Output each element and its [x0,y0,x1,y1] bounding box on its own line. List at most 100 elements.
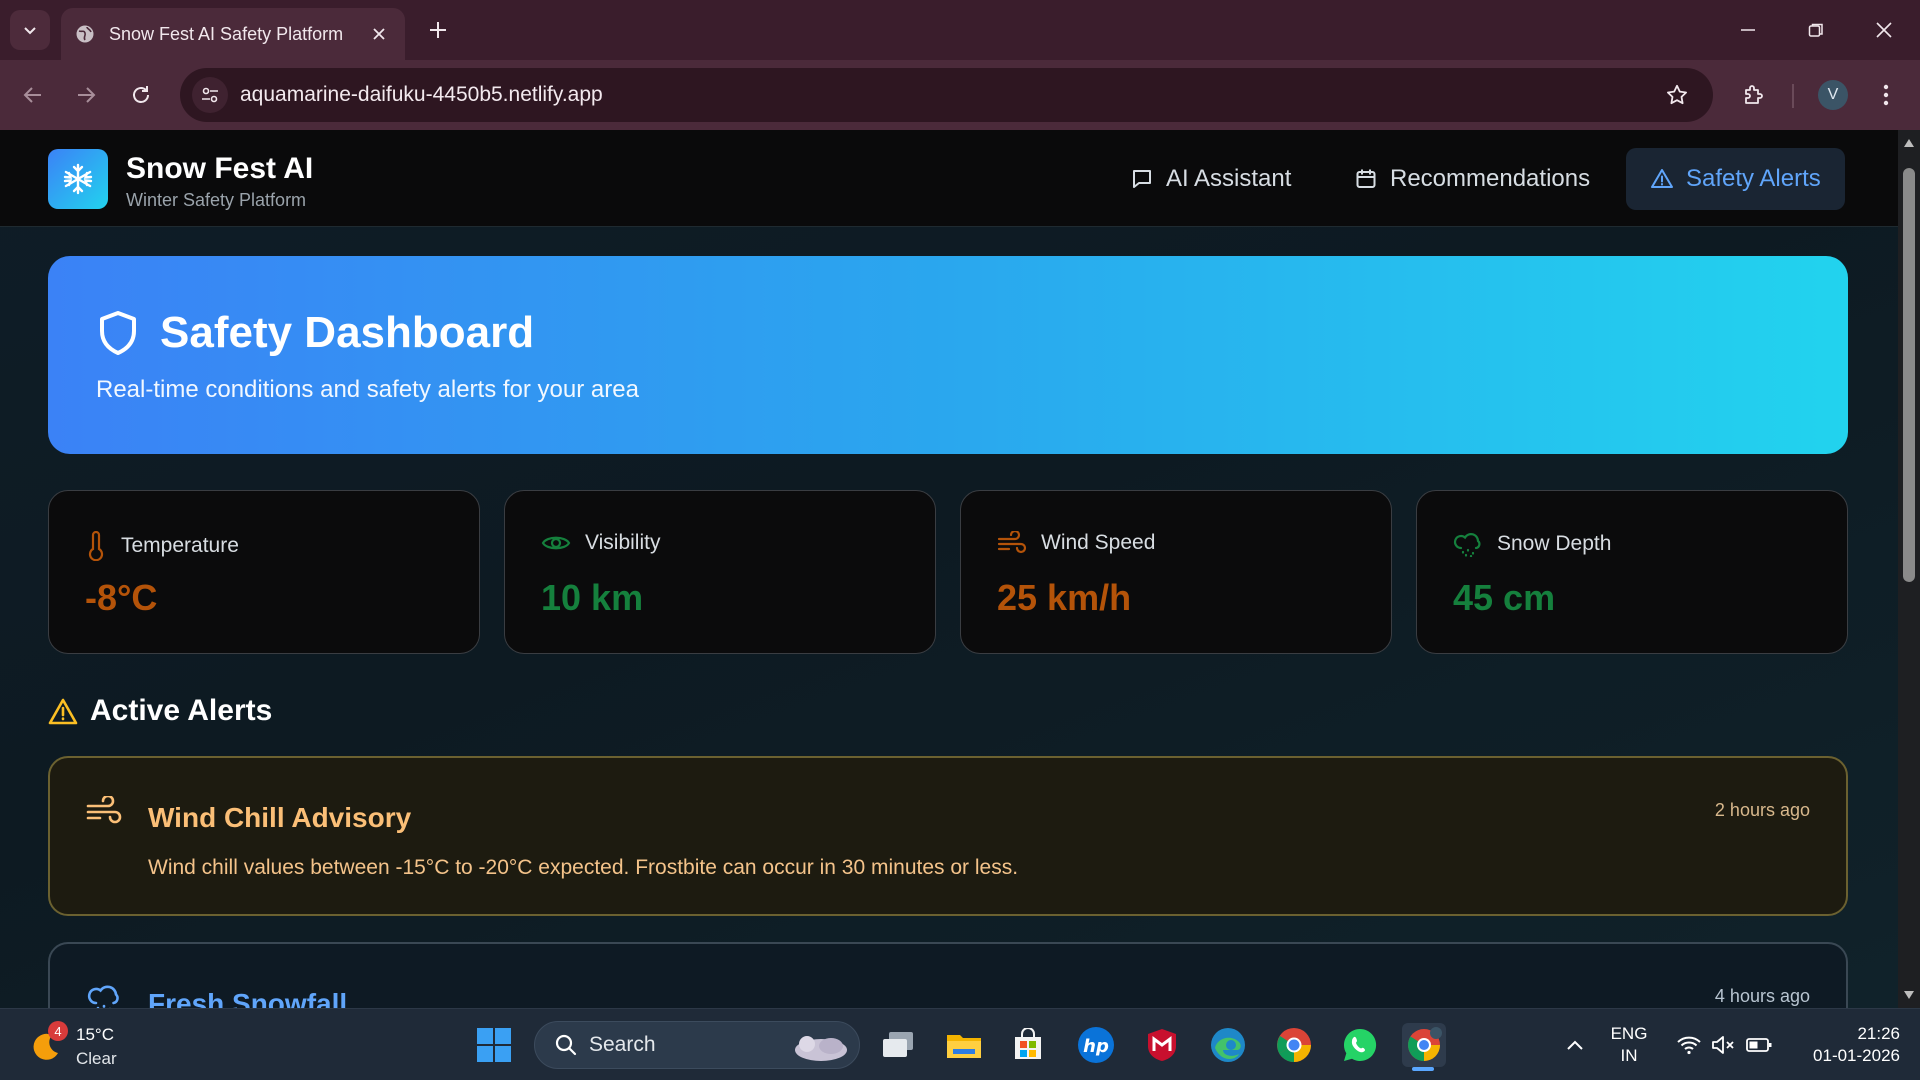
nav-label: Recommendations [1390,165,1591,192]
web-page: Snow Fest AI Winter Safety Platform AI A… [0,130,1898,1008]
microsoft-store-button[interactable] [1006,1023,1050,1067]
page-scrollbar[interactable] [1898,130,1920,1008]
page-subtitle: Real-time conditions and safety alerts f… [96,376,639,403]
reload-button[interactable] [122,76,160,114]
warning-triangle-icon [48,698,78,725]
stat-card-visibility: Visibility 10 km [504,490,936,654]
scroll-up-icon[interactable] [1902,136,1916,150]
globe-icon [75,23,97,45]
show-hidden-icons-button[interactable] [1562,1023,1588,1067]
file-explorer-button[interactable] [942,1023,986,1067]
puzzle-icon [1745,85,1763,104]
search-highlight-image [795,1036,847,1061]
scrollbar-thumb[interactable] [1903,168,1915,582]
folder-icon [947,1035,981,1058]
cloud-snow-icon [1453,533,1481,557]
windows-logo-icon [477,1028,511,1062]
wifi-status[interactable] [1674,1023,1704,1067]
back-button[interactable] [14,76,52,114]
clock-date: 01-01-2026 [1813,1046,1900,1065]
eye-icon [541,536,571,550]
close-icon [1876,22,1892,38]
edge-browser-button[interactable] [1206,1023,1250,1067]
hp-app-button[interactable]: hp [1074,1023,1118,1067]
toolbar-divider [1792,84,1794,108]
weather-temp: 15°C [76,1025,114,1044]
language-line1: ENG [1610,1024,1648,1043]
wifi-icon [1677,1036,1701,1055]
taskbar-search[interactable]: Search [534,1021,860,1069]
profile-avatar[interactable]: V [1818,80,1848,110]
task-view-icon [883,1032,913,1057]
svg-text:hp: hp [1083,1036,1109,1057]
tab-search-button[interactable] [10,10,50,50]
brand-name: Snow Fest AI [126,152,314,185]
stat-value: -8°C [85,577,158,618]
stat-label: Snow Depth [1497,532,1612,555]
chrome-button[interactable] [1272,1023,1316,1067]
scroll-down-icon[interactable] [1902,988,1916,1002]
stat-value: 25 km/h [997,577,1132,618]
minimize-icon [1741,29,1755,31]
language-indicator[interactable]: ENG IN [1604,1023,1654,1067]
chevron-up-icon [1567,1040,1583,1050]
nav-ai-assistant[interactable]: AI Assistant [1106,148,1315,210]
new-tab-button[interactable] [420,12,456,48]
wind-icon [86,796,122,824]
browser-menu-button[interactable] [1868,76,1904,114]
bookmark-star-icon[interactable] [1659,77,1695,113]
alert-time: 2 hours ago [1714,800,1810,820]
site-info-icon[interactable] [192,77,228,113]
mcafee-shield-icon [1148,1029,1176,1061]
alert-card-wind-chill[interactable]: Wind Chill Advisory Wind chill values be… [48,756,1848,916]
alert-card-fresh-snowfall[interactable]: Fresh Snowfall 4 hours ago [48,942,1848,1008]
stat-card-snow-depth: Snow Depth 45 cm [1416,490,1848,654]
tab-title: Snow Fest AI Safety Platform [109,23,344,44]
forward-button[interactable] [67,76,105,114]
chrome-profile-button[interactable] [1402,1023,1446,1067]
edge-icon [1211,1028,1245,1062]
reload-icon [133,86,149,103]
browser-toolbar: aquamarine-daifuku-4450b5.netlify.app V [0,60,1920,130]
restore-button[interactable] [1782,0,1850,60]
mcafee-button[interactable] [1140,1023,1184,1067]
stat-label: Wind Speed [1041,531,1156,554]
battery-status[interactable] [1744,1023,1774,1067]
more-vertical-icon [1883,84,1889,106]
address-bar[interactable]: aquamarine-daifuku-4450b5.netlify.app [180,68,1713,122]
volume-status[interactable] [1708,1023,1738,1067]
alert-time: 4 hours ago [1714,986,1810,1006]
weather-badge: 4 [48,1021,68,1041]
nav-recommendations[interactable]: Recommendations [1330,148,1614,210]
active-alerts-heading: Active Alerts [48,694,272,728]
whatsapp-button[interactable] [1338,1023,1382,1067]
arrow-left-icon [23,87,41,103]
section-title-text: Active Alerts [90,694,273,727]
nav-safety-alerts[interactable]: Safety Alerts [1626,148,1845,210]
app-header: Snow Fest AI Winter Safety Platform AI A… [0,130,1898,227]
alert-description: Wind chill values between -15°C to -20°C… [148,856,1019,879]
warning-triangle-icon [1651,169,1673,188]
chrome-icon [1277,1028,1311,1062]
task-view-button[interactable] [876,1023,920,1067]
weather-condition: Clear [76,1049,117,1068]
browser-tab[interactable]: Snow Fest AI Safety Platform [61,8,405,60]
stat-value: 10 km [541,577,644,618]
url-text[interactable]: aquamarine-daifuku-4450b5.netlify.app [240,83,1659,107]
tab-close-icon[interactable] [367,22,391,46]
system-clock[interactable]: 21:26 01-01-2026 [1780,1023,1900,1067]
minimize-button[interactable] [1714,0,1782,60]
stat-label: Temperature [121,534,239,557]
language-line2: IN [1620,1046,1638,1065]
app-logo[interactable] [48,149,108,209]
extensions-button[interactable] [1735,76,1773,114]
page-title-text: Safety Dashboard [160,308,535,357]
start-button[interactable] [472,1023,516,1067]
safety-dashboard-banner: Safety Dashboard Real-time conditions an… [48,256,1848,454]
search-icon [553,1032,579,1058]
weather-widget[interactable]: 4 15°C Clear [26,1021,166,1069]
close-window-button[interactable] [1850,0,1918,60]
search-placeholder: Search [589,1033,656,1056]
clock-time: 21:26 [1857,1024,1900,1043]
chrome-icon [1408,1027,1442,1061]
